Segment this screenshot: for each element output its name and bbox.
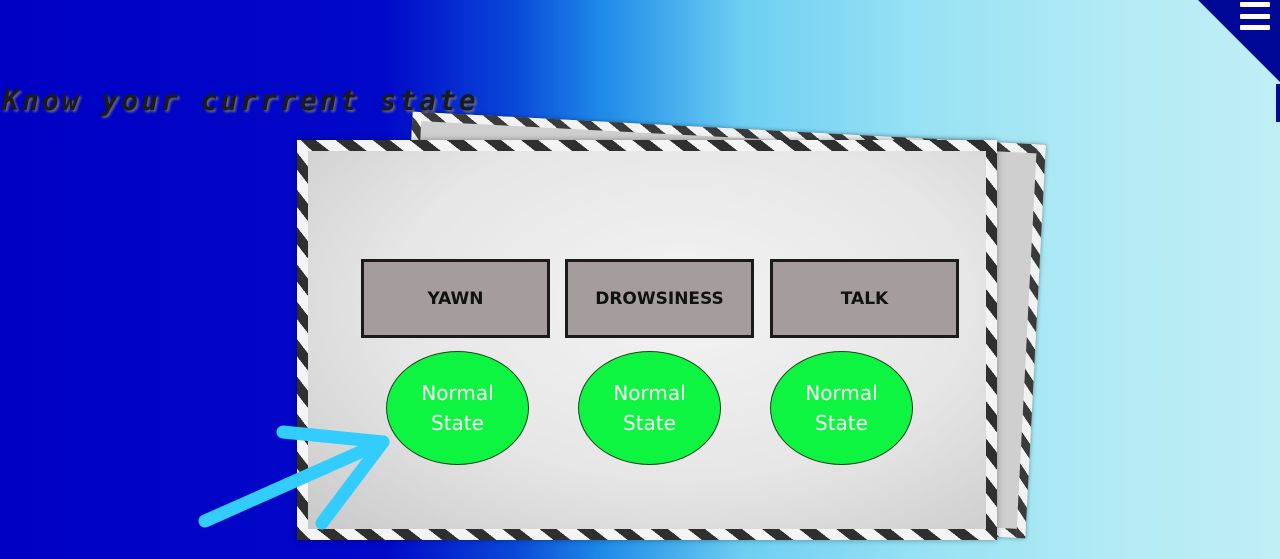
yawn-status-indicator: Normal State	[386, 351, 529, 465]
status-text-line1: Normal	[613, 381, 686, 405]
drowsiness-label-box: DROWSINESS	[565, 259, 754, 338]
status-text-line1: Normal	[805, 381, 878, 405]
status-text-line2: State	[623, 411, 676, 435]
menu-line	[1240, 13, 1270, 19]
talk-status-indicator: Normal State	[770, 351, 913, 465]
menu-line	[1240, 2, 1270, 7]
status-text-line2: State	[431, 411, 484, 435]
talk-label-box: TALK	[770, 259, 959, 338]
yawn-label-box: YAWN	[361, 259, 550, 338]
drowsiness-status-indicator: Normal State	[578, 351, 721, 465]
hamburger-menu-icon[interactable]	[1240, 2, 1270, 30]
status-text-line2: State	[815, 411, 868, 435]
status-text-line1: Normal	[421, 381, 494, 405]
edge-tab	[1276, 84, 1280, 122]
menu-line	[1240, 25, 1270, 30]
pointer-arrow-icon	[198, 425, 390, 530]
page-title: Know your currrent state	[2, 84, 479, 117]
